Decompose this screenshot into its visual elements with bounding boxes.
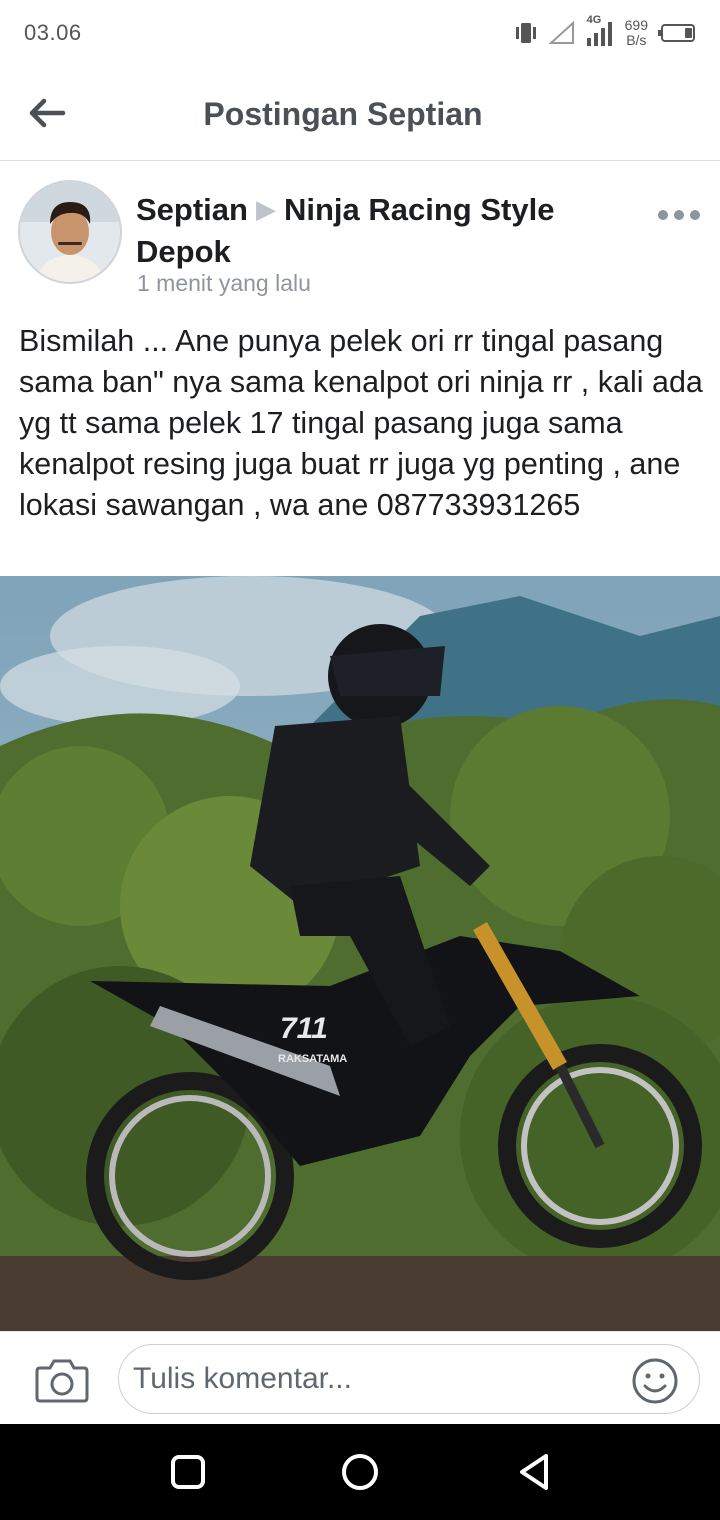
post-photo[interactable]: 711 RAKSATAMA: [0, 576, 720, 1331]
emoji-button[interactable]: [630, 1356, 680, 1406]
more-options-button[interactable]: [654, 202, 704, 228]
smiley-icon: [632, 1358, 678, 1404]
post-timestamp[interactable]: 1 menit yang lalu: [137, 270, 311, 297]
comment-input[interactable]: [118, 1344, 700, 1414]
bike-number: 711: [280, 1012, 328, 1045]
triangle-right-icon: ▶: [255, 194, 276, 224]
recent-apps-icon: [171, 1455, 205, 1489]
dot-icon: [674, 210, 684, 220]
camera-icon: [35, 1359, 89, 1403]
post-header: Septian ▶ Ninja Racing Style Depok 1 menit…: [0, 162, 720, 312]
dot-icon: [658, 210, 668, 220]
network-speed: 699 B/s: [625, 18, 648, 48]
home-button[interactable]: [338, 1450, 382, 1494]
back-triangle-icon: [520, 1454, 548, 1490]
back-nav-button[interactable]: [512, 1450, 556, 1494]
recent-apps-button[interactable]: [166, 1450, 210, 1494]
signal-empty-icon: [548, 21, 574, 44]
signal-4g-icon: 4G: [585, 14, 615, 48]
camera-button[interactable]: [34, 1356, 90, 1404]
system-nav-bar: [0, 1424, 720, 1520]
speed-unit: B/s: [626, 32, 647, 48]
dot-icon: [690, 210, 700, 220]
post-author-line: Septian ▶ Ninja Racing Style Depok: [136, 188, 636, 273]
battery-icon: [658, 24, 695, 42]
post-body-text: Bismilah ... Ane punya pelek ori rr ting…: [19, 324, 703, 522]
author-name[interactable]: Septian: [136, 192, 248, 227]
avatar[interactable]: [18, 180, 122, 284]
status-icons: 4G 699 B/s: [513, 14, 696, 50]
status-time: 03.06: [24, 20, 82, 45]
vibrate-icon: [515, 23, 536, 43]
comment-bar: [0, 1331, 720, 1424]
speed-value: 699: [624, 17, 648, 33]
page-title: Postingan Septian: [203, 96, 483, 132]
home-icon: [342, 1454, 378, 1490]
status-bar: 03.06 4G 699 B/s: [0, 0, 720, 66]
app-header: Postingan Septian: [0, 66, 720, 161]
bike-brand: RAKSATAMA: [278, 1053, 347, 1065]
